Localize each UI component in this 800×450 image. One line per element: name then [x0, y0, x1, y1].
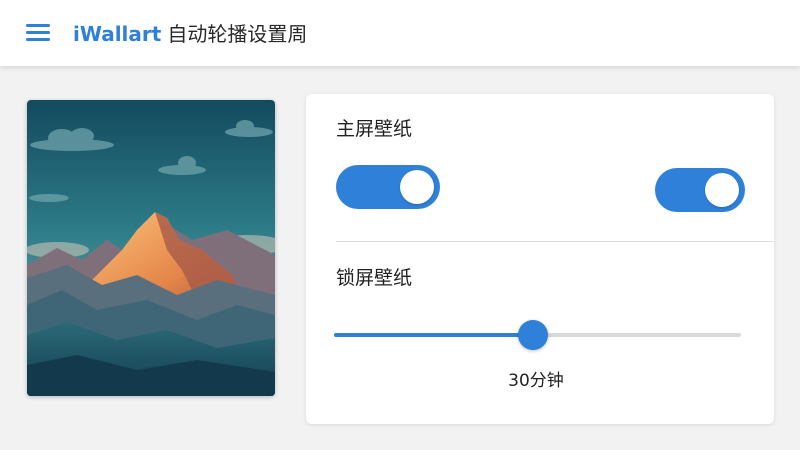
app-header: iWallart 自动轮播设置周	[0, 0, 800, 66]
home-wallpaper-label: 主屏壁纸	[336, 118, 413, 140]
home-wallpaper-toggle-right[interactable]	[655, 168, 745, 212]
settings-card: 主屏壁纸 锁屏壁纸 30分钟	[306, 94, 774, 424]
page-title: 自动轮播设置周	[167, 22, 308, 46]
app-brand: iWallart	[73, 22, 162, 46]
hamburger-menu-icon[interactable]	[26, 22, 50, 42]
toggle-knob	[400, 170, 434, 204]
interval-value: 30分钟	[508, 371, 564, 391]
app-title: iWallart 自动轮播设置周	[73, 21, 307, 47]
mountain-landscape-image	[27, 100, 275, 396]
wallpaper-preview[interactable]	[27, 100, 275, 396]
toggle-knob	[705, 173, 739, 207]
home-wallpaper-toggle-left[interactable]	[336, 165, 440, 209]
slider-fill	[334, 333, 534, 337]
section-divider	[336, 241, 774, 242]
interval-slider[interactable]	[334, 320, 741, 350]
lock-wallpaper-label: 锁屏壁纸	[336, 267, 413, 289]
slider-thumb[interactable]	[518, 320, 549, 350]
